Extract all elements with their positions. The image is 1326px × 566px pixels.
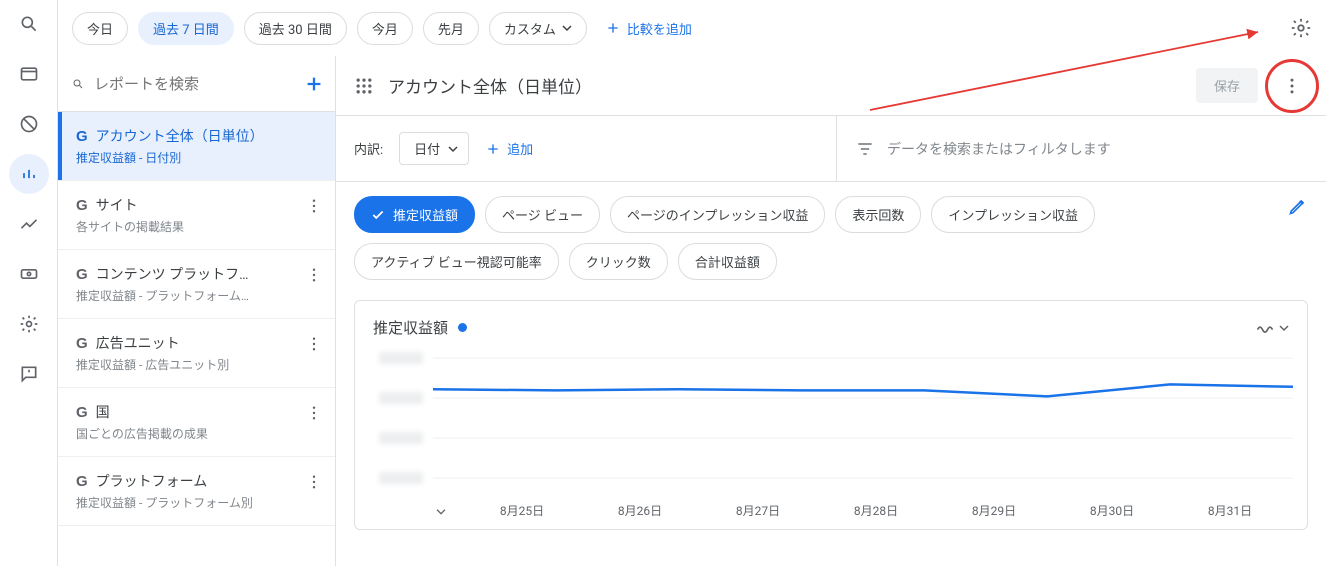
- report-item-content-platform[interactable]: G コンテンツ プラットフ… 推定収益額 - プラットフォーム…: [58, 250, 335, 319]
- report-item-more-icon[interactable]: [305, 404, 323, 422]
- reports-list: G アカウント全体（日単位） 推定収益額 - 日付別 G サイト 各サイトの掲載結果: [58, 112, 335, 566]
- metric-chip-clicks[interactable]: クリック数: [569, 243, 668, 280]
- search-icon: [72, 74, 84, 94]
- metric-chip-total-earnings[interactable]: 合計収益額: [678, 243, 777, 280]
- report-subtitle: 各サイトの掲載結果: [76, 218, 299, 235]
- report-content: アカウント全体（日単位） 保存 内訳: 日付: [336, 56, 1326, 566]
- google-g-icon: G: [76, 266, 88, 283]
- report-item-countries[interactable]: G国 国ごとの広告掲載の成果: [58, 388, 335, 457]
- breakdown-dropdown[interactable]: 日付: [399, 132, 469, 165]
- x-tick: 8月29日: [935, 502, 1053, 519]
- filter-placeholder: データを検索またはフィルタします: [887, 139, 1111, 159]
- gear-icon[interactable]: [9, 304, 49, 344]
- report-item-sites[interactable]: G サイト 各サイトの掲載結果: [58, 181, 335, 250]
- report-item-ad-units[interactable]: G 広告ユニット 推定収益額 - 広告ユニット別: [58, 319, 335, 388]
- google-g-icon: G: [76, 128, 88, 145]
- x-tick: 8月25日: [463, 502, 581, 519]
- date-chip-custom[interactable]: カスタム: [489, 12, 587, 45]
- date-chip-custom-label: カスタム: [504, 19, 556, 38]
- new-report-button[interactable]: [303, 73, 325, 95]
- web-icon[interactable]: [9, 54, 49, 94]
- x-tick: 8月31日: [1171, 502, 1289, 519]
- filter-bar[interactable]: データを検索またはフィルタします: [836, 116, 1326, 181]
- plus-icon: [485, 141, 501, 157]
- google-g-icon: G: [76, 335, 88, 352]
- date-chip-last-month[interactable]: 先月: [423, 12, 479, 45]
- metric-label: 推定収益額: [393, 205, 458, 224]
- report-title: コンテンツ プラットフ…: [96, 264, 249, 284]
- report-title: サイト: [96, 195, 138, 215]
- date-chip-7days[interactable]: 過去 7 日間: [138, 12, 234, 45]
- breakdown-value: 日付: [414, 139, 440, 158]
- add-breakdown-label: 追加: [507, 139, 533, 158]
- date-chip-30days[interactable]: 過去 30 日間: [244, 12, 347, 45]
- google-g-icon: G: [76, 404, 88, 421]
- report-item-more-icon[interactable]: [305, 335, 323, 353]
- chart-title: 推定収益額: [373, 317, 448, 338]
- metric-chip-impression-rpm[interactable]: インプレッション収益: [931, 196, 1095, 233]
- date-chip-today[interactable]: 今日: [72, 12, 128, 45]
- trend-icon[interactable]: [9, 204, 49, 244]
- reports-sidebar: G アカウント全体（日単位） 推定収益額 - 日付別 G サイト 各サイトの掲載結果: [58, 56, 336, 566]
- report-title: アカウント全体（日単位）: [96, 126, 264, 146]
- search-reports-input[interactable]: [94, 75, 293, 93]
- x-tick: 8月26日: [581, 502, 699, 519]
- report-item-more-icon[interactable]: [305, 197, 323, 215]
- chart-type-toggle[interactable]: [1255, 318, 1289, 338]
- chart-y-labels-blurred: [373, 348, 429, 493]
- search-insights-icon[interactable]: [9, 4, 49, 44]
- x-tick: 8月30日: [1053, 502, 1171, 519]
- apps-grid-icon[interactable]: [354, 76, 374, 96]
- report-item-account-daily[interactable]: G アカウント全体（日単位） 推定収益額 - 日付別: [58, 112, 335, 181]
- chart-plot: [433, 348, 1293, 498]
- money-icon[interactable]: [9, 254, 49, 294]
- metric-chip-estimated-earnings[interactable]: 推定収益額: [354, 196, 475, 233]
- report-item-more-icon[interactable]: [305, 266, 323, 284]
- metric-chip-active-view[interactable]: アクティブ ビュー視認可能率: [354, 243, 559, 280]
- report-subtitle: 推定収益額 - プラットフォーム…: [76, 287, 299, 304]
- chart-expand-toggle[interactable]: [433, 503, 463, 519]
- series-legend-dot: [458, 323, 467, 332]
- date-chip-this-month[interactable]: 今月: [357, 12, 413, 45]
- report-item-more-icon[interactable]: [305, 473, 323, 491]
- reports-icon[interactable]: [9, 154, 49, 194]
- filter-icon: [855, 139, 875, 159]
- report-item-platforms[interactable]: G プラットフォーム 推定収益額 - プラットフォーム別: [58, 457, 335, 526]
- report-subtitle: 国ごとの広告掲載の成果: [76, 425, 299, 442]
- add-breakdown-button[interactable]: 追加: [485, 139, 533, 158]
- chart-card: 推定収益額: [354, 300, 1308, 530]
- metric-chip-bar: 推定収益額 ページ ビュー ページのインプレッション収益 表示回数 インプレッシ…: [336, 182, 1326, 294]
- metric-chip-pageviews[interactable]: ページ ビュー: [485, 196, 600, 233]
- caret-down-icon: [1279, 323, 1289, 333]
- wave-icon: [1255, 318, 1275, 338]
- feedback-icon[interactable]: [9, 354, 49, 394]
- date-range-bar: 今日 過去 7 日間 過去 30 日間 今月 先月 カスタム 比較を追加: [58, 0, 1326, 56]
- report-title: 国: [96, 402, 110, 422]
- page-title: アカウント全体（日単位）: [388, 73, 592, 98]
- caret-down-icon: [448, 144, 458, 154]
- more-menu-button[interactable]: [1272, 66, 1312, 106]
- report-subtitle: 推定収益額 - 日付別: [76, 149, 323, 166]
- edit-metrics-icon[interactable]: [1288, 196, 1308, 216]
- metric-chip-impressions[interactable]: 表示回数: [835, 196, 921, 233]
- left-icon-rail: [0, 0, 58, 566]
- check-icon: [371, 208, 385, 222]
- report-title: 広告ユニット: [96, 333, 180, 353]
- save-button[interactable]: 保存: [1196, 68, 1258, 103]
- breakdown-label: 内訳:: [354, 139, 383, 158]
- add-comparison-label: 比較を追加: [627, 19, 692, 38]
- add-comparison-button[interactable]: 比較を追加: [605, 19, 692, 38]
- settings-gear-icon[interactable]: [1290, 17, 1312, 39]
- x-tick: 8月27日: [699, 502, 817, 519]
- caret-down-icon: [562, 23, 572, 33]
- report-subtitle: 推定収益額 - 広告ユニット別: [76, 356, 299, 373]
- metric-chip-page-rpm[interactable]: ページのインプレッション収益: [610, 196, 825, 233]
- report-subtitle: 推定収益額 - プラットフォーム別: [76, 494, 299, 511]
- plus-icon: [605, 20, 621, 36]
- google-g-icon: G: [76, 197, 88, 214]
- report-title: プラットフォーム: [96, 471, 208, 491]
- x-tick: 8月28日: [817, 502, 935, 519]
- block-icon[interactable]: [9, 104, 49, 144]
- google-g-icon: G: [76, 473, 88, 490]
